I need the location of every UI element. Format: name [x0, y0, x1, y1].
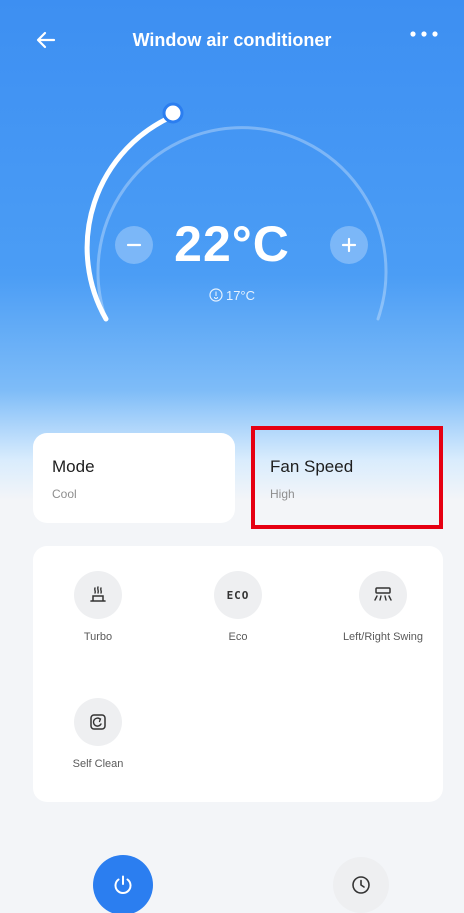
mode-card[interactable]: Mode Cool	[33, 433, 235, 523]
page-title: Window air conditioner	[132, 30, 332, 50]
set-temperature: 22°C	[174, 216, 290, 272]
indoor-thermometer-icon	[209, 288, 223, 305]
eco-icon: ECO	[226, 588, 250, 602]
power-button[interactable]	[93, 855, 153, 913]
self-clean-button[interactable]: Self Clean	[33, 698, 163, 808]
left-right-swing-button[interactable]: Left/Right Swing	[318, 571, 448, 681]
dial-handle[interactable]	[162, 102, 184, 124]
more-button[interactable]	[406, 22, 442, 46]
features-panel: Turbo ECO Eco Left/Right Swing Self Clea…	[33, 546, 443, 802]
turbo-icon	[90, 586, 106, 602]
turbo-label: Turbo	[83, 631, 113, 643]
self-clean-label: Self Clean	[72, 758, 124, 770]
timer-button[interactable]	[333, 857, 389, 913]
temperature-control: 22°C	[0, 215, 464, 295]
self-clean-icon-circle	[74, 698, 122, 746]
indoor-temperature: 17°C	[0, 288, 464, 305]
fan-speed-label: Fan Speed	[270, 457, 354, 476]
timer-icon	[352, 876, 370, 894]
power-icon	[114, 875, 132, 894]
self-clean-icon	[90, 714, 106, 730]
app-screen: Window air conditioner 22°C 17°C Mode Co…	[0, 0, 464, 913]
mode-value: Cool	[52, 487, 77, 501]
plus-icon	[341, 237, 357, 253]
eco-label: Eco	[228, 631, 248, 643]
eco-button[interactable]: ECO Eco	[173, 571, 303, 681]
swing-icon	[374, 587, 392, 601]
swing-icon-circle	[359, 571, 407, 619]
more-dots-icon	[410, 31, 438, 37]
fan-speed-value: High	[270, 487, 295, 501]
turbo-button[interactable]: Turbo	[33, 571, 163, 681]
increase-temp-button[interactable]	[330, 226, 368, 264]
mode-label: Mode	[52, 457, 95, 476]
fan-speed-card[interactable]: Fan Speed High	[238, 433, 440, 523]
eco-icon-circle: ECO	[214, 571, 262, 619]
indoor-temperature-value: 17°C	[225, 288, 256, 303]
turbo-icon-circle	[74, 571, 122, 619]
swing-label: Left/Right Swing	[342, 631, 424, 643]
header: Window air conditioner	[0, 0, 464, 80]
